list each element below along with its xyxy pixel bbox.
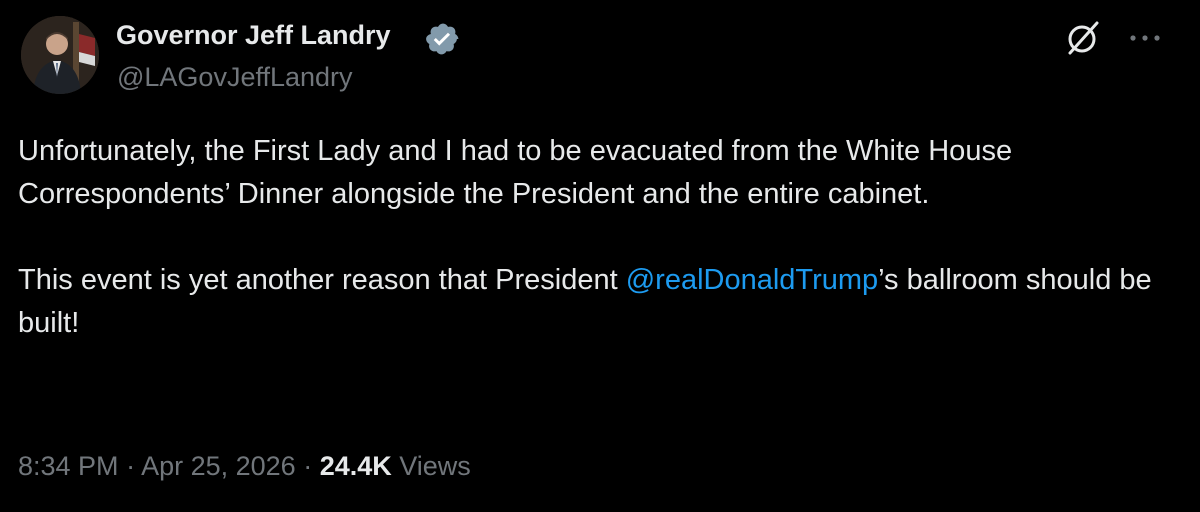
tweet-card: Governor Jeff Landry @LAGovJeffLandry Un… — [0, 0, 1200, 512]
tweet-paragraph-2-prefix: This event is yet another reason that Pr… — [18, 264, 626, 296]
tweet-metadata: 8:34 PM · Apr 25, 2026 · 24.4K Views — [18, 451, 471, 482]
meta-separator: · — [118, 451, 142, 481]
tweet-date[interactable]: Apr 25, 2026 — [141, 451, 296, 481]
tweet-time[interactable]: 8:34 PM — [18, 451, 119, 481]
more-options-icon[interactable] — [1125, 20, 1165, 56]
tweet-body: Unfortunately, the First Lady and I had … — [18, 130, 1158, 345]
author-handle[interactable]: @LAGovJeffLandry — [117, 62, 353, 93]
author-display-name[interactable]: Governor Jeff Landry — [116, 20, 391, 51]
grok-icon[interactable] — [1063, 18, 1103, 58]
mention-link[interactable]: @realDonaldTrump — [626, 264, 878, 296]
verified-badge-icon — [425, 21, 461, 57]
avatar[interactable] — [21, 16, 99, 94]
tweet-paragraph-1: Unfortunately, the First Lady and I had … — [18, 135, 1013, 210]
tweet-paragraph-2: This event is yet another reason that Pr… — [18, 259, 1158, 345]
meta-separator-2: · — [295, 451, 320, 481]
views-label: Views — [391, 451, 471, 481]
views-count[interactable]: 24.4K — [320, 451, 392, 481]
